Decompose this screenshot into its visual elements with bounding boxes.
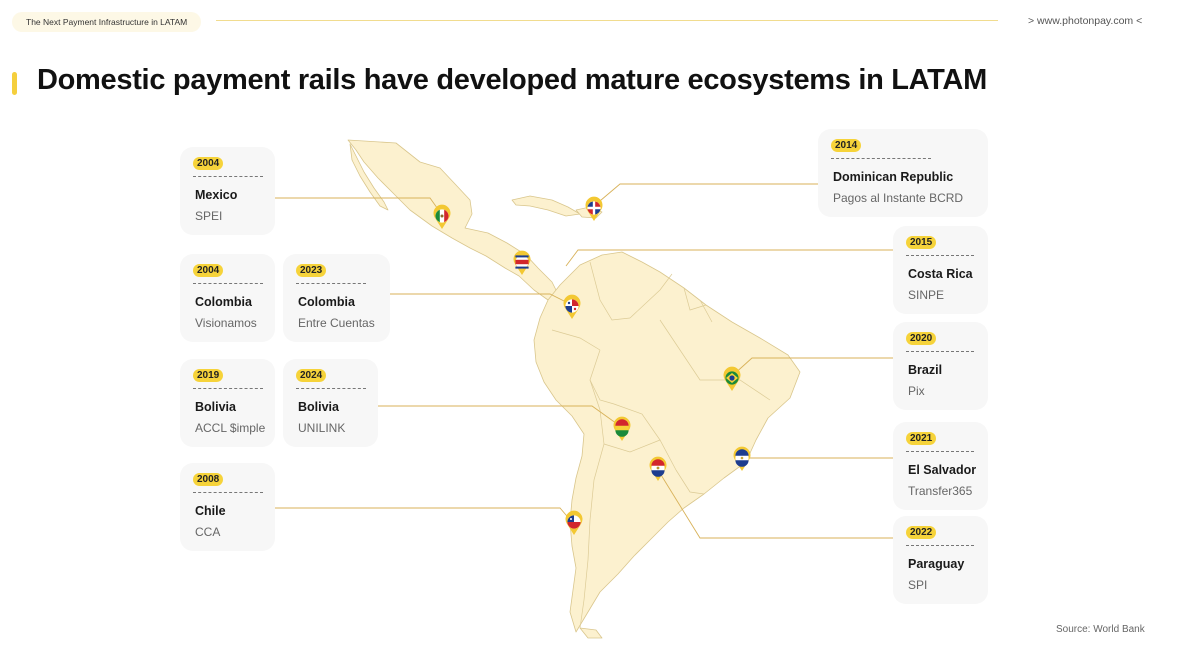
card-divider (193, 492, 263, 493)
country-label: Colombia (195, 295, 252, 309)
country-label: Bolivia (195, 400, 236, 414)
tierra-del-fuego-land (579, 627, 603, 639)
year-badge: 2024 (296, 369, 327, 382)
card-divider (906, 451, 974, 452)
card-costa-rica: 2015 Costa Rica SINPE (893, 226, 988, 314)
year-badge: 2019 (193, 369, 224, 382)
card-divider (906, 255, 974, 256)
payment-system-label: SINPE (908, 288, 945, 302)
country-label: Brazil (908, 363, 943, 377)
country-label: Mexico (195, 188, 238, 202)
payment-system-label: Entre Cuentas (298, 316, 375, 330)
country-label: El Salvador (908, 463, 977, 477)
country-label: Paraguay (908, 557, 965, 571)
line-dominican (593, 183, 818, 207)
year-badge: 2004 (193, 157, 224, 170)
country-label: Dominican Republic (833, 170, 954, 184)
card-divider (831, 158, 931, 159)
year-badge: 2020 (906, 332, 937, 345)
year-badge: 2021 (906, 432, 937, 445)
card-divider (193, 388, 263, 389)
line-chile (275, 507, 573, 523)
year-badge: 2022 (906, 526, 937, 539)
payment-system-label: Transfer365 (908, 484, 973, 498)
payment-system-label: Visionamos (195, 316, 257, 330)
payment-system-label: Pix (908, 384, 925, 398)
country-label: Chile (195, 504, 226, 518)
payment-system-label: CCA (195, 525, 221, 539)
country-label: Colombia (298, 295, 355, 309)
payment-system-label: ACCL $imple (195, 421, 266, 435)
payment-system-label: SPI (908, 578, 928, 592)
card-divider (906, 545, 974, 546)
card-paraguay: 2022 Paraguay SPI (893, 516, 988, 604)
card-divider (296, 388, 366, 389)
card-dominican-republic: 2014 Dominican Republic Pagos al Instant… (818, 129, 988, 217)
year-badge: 2008 (193, 473, 224, 486)
card-divider (193, 176, 263, 177)
country-label: Costa Rica (908, 267, 973, 281)
card-chile: 2008 Chile CCA (180, 463, 275, 551)
year-badge: 2014 (831, 139, 862, 152)
year-badge: 2004 (193, 264, 224, 277)
card-colombia-visionamos: 2004 Colombia Visionamos (180, 254, 275, 342)
payment-system-label: UNILINK (298, 421, 346, 435)
latam-map (275, 139, 896, 639)
card-mexico: 2004 Mexico SPEI (180, 147, 275, 235)
card-colombia-entre-cuentas: 2023 Colombia Entre Cuentas (283, 254, 390, 342)
card-brazil: 2020 Brazil Pix (893, 322, 988, 410)
card-divider (296, 283, 366, 284)
source-note: Source: World Bank (1056, 624, 1145, 635)
year-badge: 2023 (296, 264, 327, 277)
card-divider (906, 351, 974, 352)
payment-system-label: SPEI (195, 209, 223, 223)
card-el-salvador: 2021 El Salvador Transfer365 (893, 422, 988, 510)
card-bolivia-unilink: 2024 Bolivia UNILINK (283, 359, 378, 447)
country-label: Bolivia (298, 400, 339, 414)
card-bolivia-accl: 2019 Bolivia ACCL $imple (180, 359, 275, 447)
card-divider (193, 283, 263, 284)
year-badge: 2015 (906, 236, 937, 249)
payment-system-label: Pagos al Instante BCRD (833, 191, 964, 205)
cuba-land (511, 195, 581, 217)
